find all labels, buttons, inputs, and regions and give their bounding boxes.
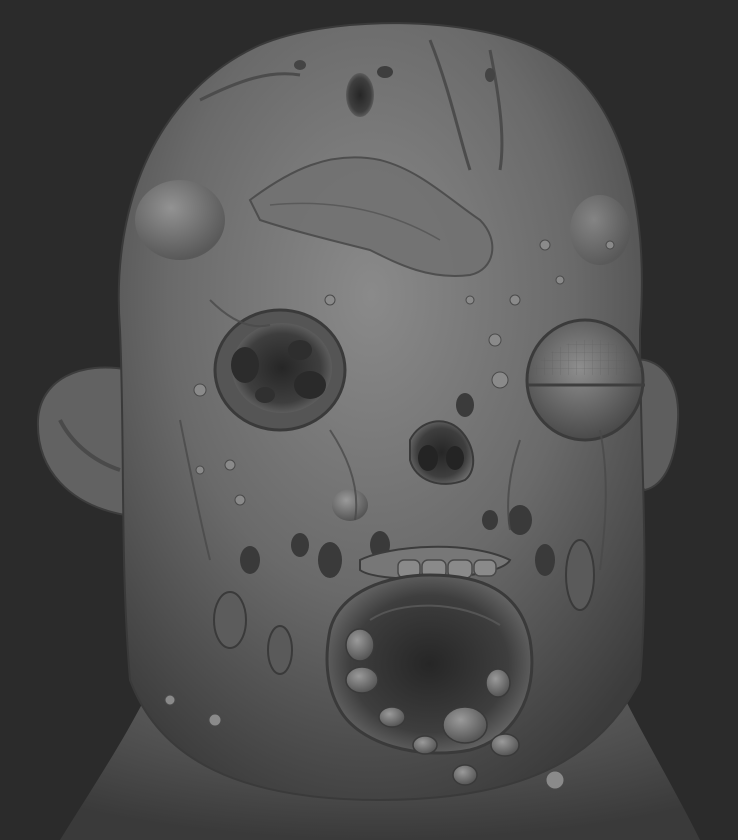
forehead-hole	[346, 73, 374, 117]
zombie-head-render	[36, 22, 700, 840]
right-eyeball	[525, 318, 645, 442]
sculpt-viewport	[0, 0, 738, 840]
brow-bump-left	[135, 180, 225, 260]
open-mouth	[325, 573, 534, 755]
